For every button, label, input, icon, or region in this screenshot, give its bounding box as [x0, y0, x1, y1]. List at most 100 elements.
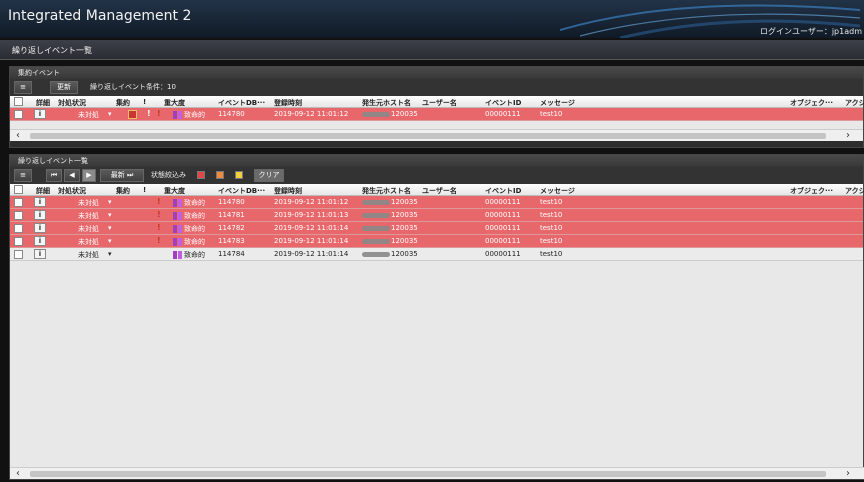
- col-status[interactable]: 対処状況: [58, 98, 86, 108]
- row-checkbox[interactable]: [14, 224, 23, 233]
- col-flag[interactable]: !: [143, 186, 146, 194]
- registered-time-cell: 2019-09-12 11:01:14: [274, 250, 349, 258]
- flag-icon: !: [157, 210, 161, 219]
- col-aggregate[interactable]: 集約: [116, 98, 130, 108]
- scroll-left-icon[interactable]: ‹: [16, 130, 20, 142]
- prev-page-icon[interactable]: ◀: [64, 169, 80, 182]
- severity-fatal-icon: [173, 251, 182, 259]
- col-status[interactable]: 対処状況: [58, 186, 86, 196]
- info-icon[interactable]: i: [34, 223, 46, 233]
- col-action[interactable]: アクシ: [845, 186, 864, 196]
- host-suffix: 120035: [391, 110, 418, 118]
- col-object[interactable]: オブジェク···: [790, 186, 833, 196]
- col-aggregate[interactable]: 集約: [116, 186, 130, 196]
- clear-button[interactable]: クリア: [254, 169, 284, 182]
- col-severity[interactable]: 重大度: [164, 98, 185, 108]
- host-cell: 120035: [362, 110, 418, 118]
- col-message[interactable]: メッセージ: [540, 98, 575, 108]
- status-cell[interactable]: 未対処: [78, 110, 99, 120]
- repeat-hscroll[interactable]: ‹ ›: [10, 467, 864, 479]
- event-db-cell: 114782: [218, 224, 245, 232]
- filter-yellow-toggle[interactable]: [235, 171, 243, 179]
- redacted-hostname: [362, 251, 390, 257]
- col-event-db[interactable]: イベントDB···: [218, 186, 265, 196]
- info-icon[interactable]: i: [34, 109, 46, 119]
- event-id-cell: 00000111: [485, 224, 521, 232]
- col-flag[interactable]: !: [143, 98, 146, 106]
- redacted-hostname: [362, 212, 390, 218]
- info-icon[interactable]: i: [34, 210, 46, 220]
- host-suffix: 120035: [391, 237, 418, 245]
- registered-time-cell: 2019-09-12 11:01:14: [274, 224, 349, 232]
- filter-orange-toggle[interactable]: [216, 171, 224, 179]
- col-detail[interactable]: 詳細: [36, 186, 50, 196]
- chevron-down-icon[interactable]: ▾: [108, 198, 112, 206]
- col-registered[interactable]: 登録時刻: [274, 98, 302, 108]
- col-registered[interactable]: 登録時刻: [274, 186, 302, 196]
- table-row[interactable]: i 未対処 ▾! 致命的 114781 2019-09-12 11:01:13 120035…: [10, 209, 863, 222]
- chevron-down-icon[interactable]: ▾: [108, 250, 112, 258]
- refresh-button[interactable]: 更新: [50, 81, 78, 94]
- status-cell[interactable]: 未対処: [78, 250, 99, 260]
- host-cell: 120035: [362, 250, 418, 258]
- col-action[interactable]: アクシ: [845, 98, 864, 108]
- row-checkbox[interactable]: [14, 211, 23, 220]
- latest-button[interactable]: 最新 ⏭: [100, 169, 144, 182]
- table-row[interactable]: i 未対処 ▾! 致命的 114780 2019-09-12 11:01:12 120035…: [10, 196, 863, 209]
- event-id-cell: 00000111: [485, 211, 521, 219]
- col-detail[interactable]: 詳細: [36, 98, 50, 108]
- table-row[interactable]: i 未対処 ▾! 致命的 114782 2019-09-12 11:01:14 120035…: [10, 222, 863, 235]
- login-user-label: ログインユーザー：jp1adm: [759, 27, 862, 36]
- menu-icon[interactable]: ≡: [14, 81, 32, 94]
- row-checkbox[interactable]: [14, 110, 23, 119]
- row-checkbox[interactable]: [14, 198, 23, 207]
- col-host[interactable]: 発生元ホスト名: [362, 98, 411, 108]
- app-title: Integrated Management 2: [8, 8, 192, 24]
- severity-cell: 致命的: [184, 238, 205, 246]
- row-checkbox[interactable]: [14, 250, 23, 259]
- info-icon[interactable]: i: [34, 249, 46, 259]
- scroll-thumb[interactable]: [30, 133, 826, 139]
- table-row[interactable]: i 未対処 ▾!! 致命的 114780 2019-09-12 11:01:12 12003…: [10, 108, 863, 121]
- table-row[interactable]: i 未対処 ▾ 致命的 114784 2019-09-12 11:01:14 120035 0…: [10, 248, 863, 261]
- status-cell[interactable]: 未対処: [78, 224, 99, 234]
- event-id-cell: 00000111: [485, 237, 521, 245]
- scroll-right-icon[interactable]: ›: [846, 468, 850, 480]
- select-all-checkbox[interactable]: [14, 185, 23, 194]
- chevron-down-icon[interactable]: ▾: [108, 224, 112, 232]
- col-user[interactable]: ユーザー名: [422, 186, 457, 196]
- table-row[interactable]: i 未対処 ▾! 致命的 114783 2019-09-12 11:01:14 120035…: [10, 235, 863, 248]
- info-icon[interactable]: i: [34, 236, 46, 246]
- col-host[interactable]: 発生元ホスト名: [362, 186, 411, 196]
- aggregated-hscroll[interactable]: ‹ ›: [10, 129, 863, 141]
- col-object[interactable]: オブジェク···: [790, 98, 833, 108]
- col-event-id[interactable]: イベントID: [485, 186, 521, 196]
- scroll-right-icon[interactable]: ›: [846, 130, 850, 142]
- status-cell[interactable]: 未対処: [78, 237, 99, 247]
- select-all-checkbox[interactable]: [14, 97, 23, 106]
- filter-red-toggle[interactable]: [197, 171, 205, 179]
- chevron-down-icon[interactable]: ▾: [108, 211, 112, 219]
- aggregate-icon[interactable]: [128, 110, 137, 119]
- scroll-thumb[interactable]: [30, 471, 826, 477]
- col-user[interactable]: ユーザー名: [422, 98, 457, 108]
- row-checkbox[interactable]: [14, 237, 23, 246]
- flag-icon: !: [157, 236, 161, 245]
- first-page-icon[interactable]: ⏮: [46, 169, 62, 182]
- next-page-icon[interactable]: ▶: [82, 169, 96, 182]
- aggregated-rows: i 未対処 ▾!! 致命的 114780 2019-09-12 11:01:12 12003…: [10, 108, 863, 121]
- col-event-db[interactable]: イベントDB···: [218, 98, 265, 108]
- screen-title: 繰り返しイベント一覧: [12, 46, 92, 55]
- col-message[interactable]: メッセージ: [540, 186, 575, 196]
- col-event-id[interactable]: イベントID: [485, 98, 521, 108]
- chevron-down-icon[interactable]: ▾: [108, 110, 112, 118]
- menu-icon[interactable]: ≡: [14, 169, 32, 182]
- status-cell[interactable]: 未対処: [78, 211, 99, 221]
- info-icon[interactable]: i: [34, 197, 46, 207]
- chevron-down-icon[interactable]: ▾: [108, 237, 112, 245]
- scroll-left-icon[interactable]: ‹: [16, 468, 20, 480]
- event-id-cell: 00000111: [485, 198, 521, 206]
- host-cell: 120035: [362, 211, 418, 219]
- status-cell[interactable]: 未対処: [78, 198, 99, 208]
- col-severity[interactable]: 重大度: [164, 186, 185, 196]
